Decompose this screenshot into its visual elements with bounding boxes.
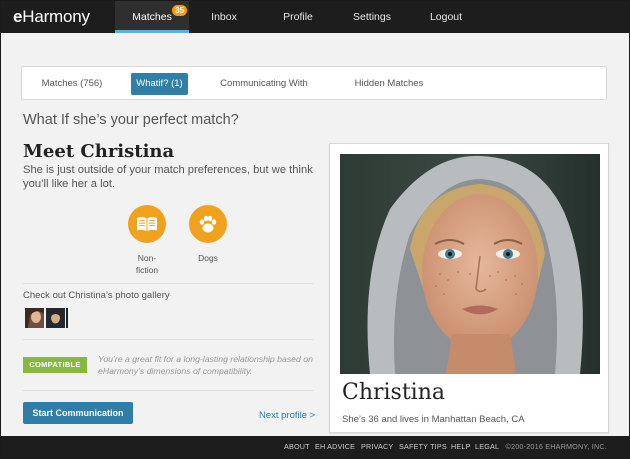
page-title: What If she’s your perfect match? <box>23 112 239 128</box>
nav-inbox[interactable]: Inbox <box>197 1 251 33</box>
divider <box>23 339 313 340</box>
footer-bar: ABOUT EH ADVICE PRIVACY SAFETY TIPS HELP… <box>1 436 629 458</box>
divider <box>23 283 313 284</box>
matches-count-badge: 35 <box>172 5 187 16</box>
gallery-title: Check out Christina’s photo gallery <box>23 290 170 301</box>
footer-link-eh-advice[interactable]: EH ADVICE <box>315 436 355 458</box>
footer-link-help[interactable]: HELP <box>451 436 471 458</box>
meet-description: She is just outside of your match prefer… <box>23 164 313 190</box>
footer-link-privacy[interactable]: PRIVACY <box>361 436 393 458</box>
nav-logout[interactable]: Logout <box>419 1 473 33</box>
paw-icon <box>189 205 227 243</box>
tab-matches[interactable]: Matches (756) <box>32 73 112 95</box>
nav-logout-label: Logout <box>429 11 463 23</box>
nav-profile[interactable]: Profile <box>271 1 325 33</box>
nav-matches-label: Matches <box>132 11 172 23</box>
tab-whatif[interactable]: Whatif? (1) <box>131 73 188 95</box>
profile-card: Christina She’s 36 and lives in Manhatta… <box>329 143 609 433</box>
gallery-thumb[interactable] <box>46 308 65 328</box>
gallery-thumb[interactable] <box>25 308 44 328</box>
tab-hidden-matches[interactable]: Hidden Matches <box>350 73 428 95</box>
interest-nonfiction: Non-fiction <box>117 205 177 276</box>
nav-settings[interactable]: Settings <box>344 1 400 33</box>
top-nav-bar: eHarmony Matches 35 Inbox Profile Settin… <box>1 1 629 33</box>
footer-link-legal[interactable]: LEGAL <box>475 436 499 458</box>
compatible-badge: COMPATIBLE <box>23 357 87 373</box>
profile-name: Christina <box>342 380 446 405</box>
copyright-text: ©200-2016 EHARMONY, INC. <box>505 442 607 451</box>
nav-settings-label: Settings <box>353 11 391 23</box>
profile-subline: She’s 36 and lives in Manhattan Beach, C… <box>342 414 525 425</box>
meet-heading: Meet Christina <box>23 141 175 162</box>
compatibility-text: You’re a great fit for a long-lasting re… <box>98 354 313 376</box>
match-tabs-bar: Matches (756) Whatif? (1) Communicating … <box>21 66 607 100</box>
nav-matches[interactable]: Matches 35 <box>115 1 189 33</box>
tab-communicating-with[interactable]: Communicating With <box>216 73 312 95</box>
eharmony-logo[interactable]: eHarmony <box>13 7 90 27</box>
interest-label-dogs: Dogs <box>198 253 218 263</box>
interest-label-nonfiction: Non-fiction <box>135 253 159 275</box>
book-icon <box>128 205 166 243</box>
profile-photo[interactable] <box>340 154 600 374</box>
gallery-thumb[interactable] <box>66 308 68 328</box>
footer-link-about[interactable]: ABOUT <box>284 436 310 458</box>
divider <box>23 390 313 391</box>
next-profile-link[interactable]: Next profile > <box>259 410 315 421</box>
start-communication-button[interactable]: Start Communication <box>23 402 133 424</box>
nav-profile-label: Profile <box>283 11 313 23</box>
footer-link-safety-tips[interactable]: SAFETY TIPS <box>399 436 447 458</box>
interest-dogs: Dogs <box>178 205 238 264</box>
nav-inbox-label: Inbox <box>211 11 237 23</box>
